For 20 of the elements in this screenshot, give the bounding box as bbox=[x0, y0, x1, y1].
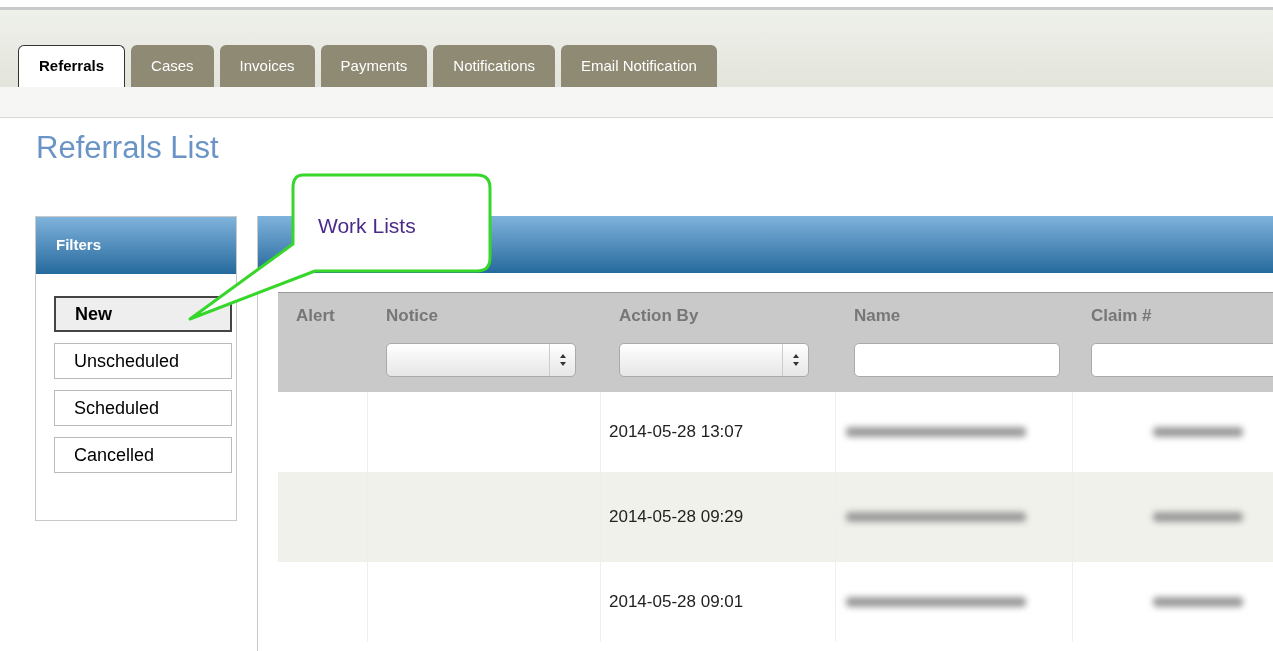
callout-text: Work Lists bbox=[318, 213, 416, 239]
column-header: Claim # bbox=[1091, 305, 1153, 327]
column-header: Notice bbox=[386, 305, 439, 327]
dropdown[interactable] bbox=[619, 342, 809, 377]
column-header: Alert bbox=[296, 305, 336, 327]
column-header: Name bbox=[854, 305, 902, 327]
filter-input[interactable] bbox=[1091, 342, 1273, 377]
page-title: Referrals List bbox=[36, 132, 220, 163]
dropdown[interactable] bbox=[386, 342, 576, 377]
filter-button[interactable]: Unscheduled bbox=[54, 343, 232, 379]
filter-button[interactable]: Cancelled bbox=[54, 437, 232, 473]
filter-button[interactable]: Scheduled bbox=[54, 390, 232, 426]
filter-input[interactable] bbox=[854, 342, 1060, 377]
table-cell-text: 2014-05-28 13:07 bbox=[609, 421, 744, 444]
column-header: Action By bbox=[619, 305, 700, 327]
panel-title: Filters bbox=[56, 235, 101, 256]
tab[interactable]: Referrals bbox=[18, 45, 126, 87]
table-cell-text: 2014-05-28 09:01 bbox=[609, 591, 744, 614]
filter-button[interactable]: New bbox=[54, 296, 232, 332]
table-cell-text: 2014-05-28 09:29 bbox=[609, 506, 744, 529]
